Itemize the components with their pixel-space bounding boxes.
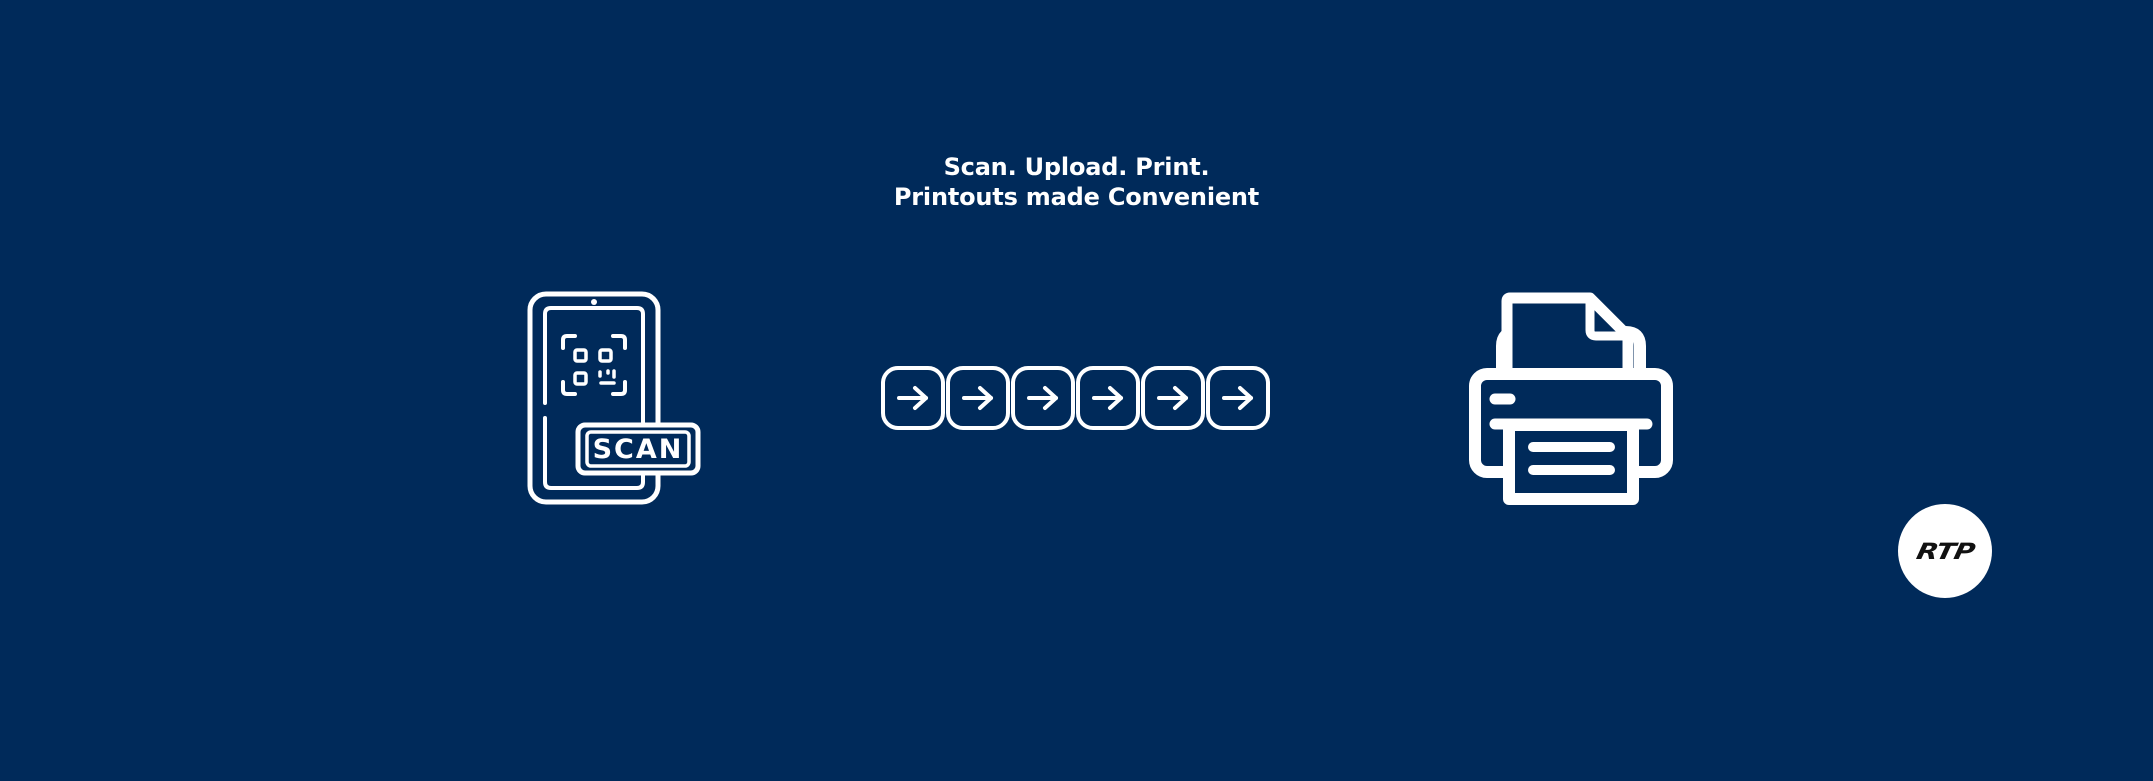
arrow-right-icon [1076,366,1140,430]
headline: Scan. Upload. Print. Printouts made Conv… [0,152,2153,212]
headline-line-2: Printouts made Convenient [893,183,1260,211]
rtp-logo: RTP [1898,504,1992,598]
phone-qr-scan-icon: SCAN [527,291,701,505]
banner: Scan. Upload. Print. Printouts made Conv… [0,0,2153,781]
arrow-right-icon [881,366,945,430]
arrow-right-icon [1141,366,1205,430]
logo-text: RTP [1913,537,1977,565]
arrow-right-icon [1206,366,1270,430]
headline-line-1: Scan. Upload. Print. [943,153,1210,181]
scan-label: SCAN [593,434,684,465]
arrow-row [881,366,1270,432]
arrow-right-icon [946,366,1010,430]
printer-icon [1469,292,1673,505]
arrow-right-icon [1011,366,1075,430]
